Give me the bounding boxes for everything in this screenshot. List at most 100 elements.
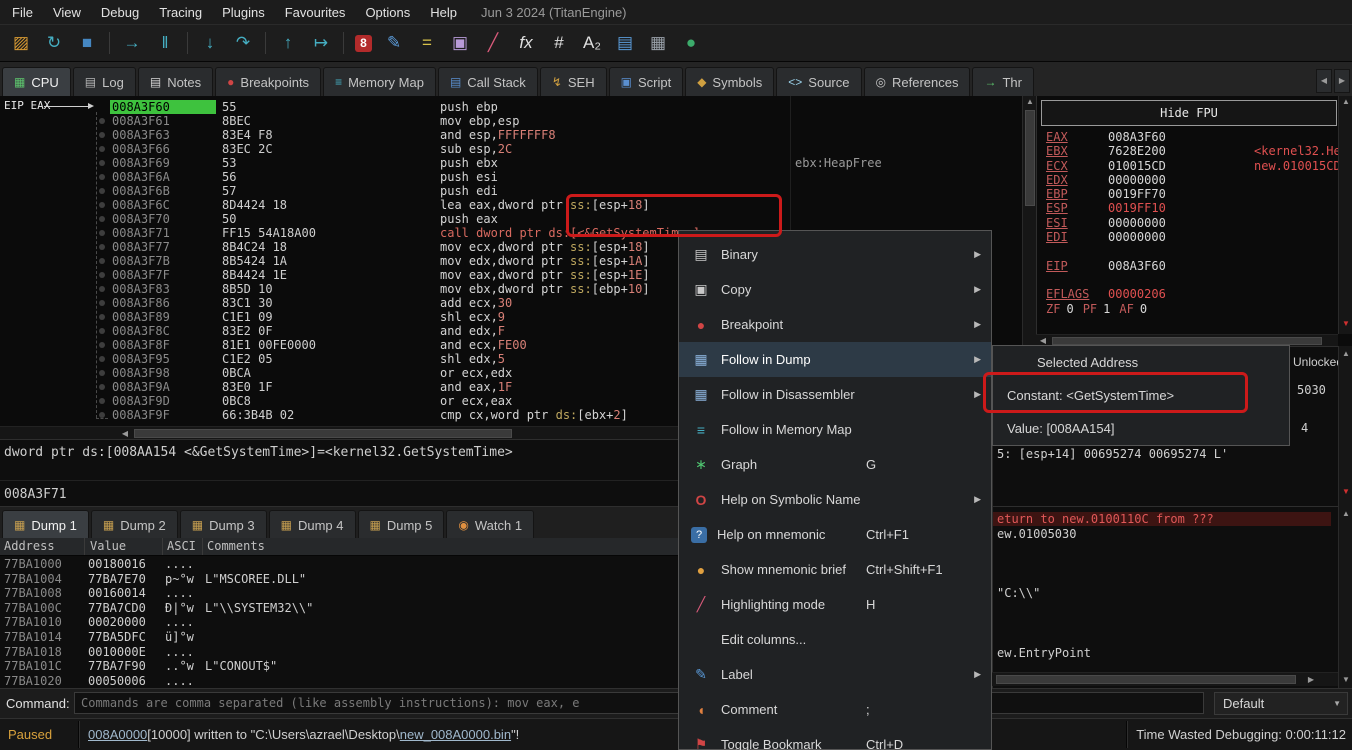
context-menu-item-follow-in-memory-map[interactable]: ≡Follow in Memory Map (679, 412, 991, 447)
tab-cpu[interactable]: ▦CPU (2, 67, 71, 96)
breakpoint-gutter-dot[interactable] (99, 188, 105, 194)
register-row[interactable]: EIP008A3F60 (1037, 259, 1339, 273)
copy-pages-icon[interactable]: ▣ (449, 33, 471, 53)
disasm-row[interactable]: 008A3F6B57push edi (0, 184, 1022, 198)
tab-seh[interactable]: ↯SEH (540, 67, 607, 96)
context-menu-item-comment[interactable]: ◖Comment; (679, 692, 991, 727)
disasm-row[interactable]: 008A3F6055push ebp (0, 100, 1022, 114)
scroll-up-icon[interactable]: ▲ (1339, 348, 1352, 360)
scroll-up-icon[interactable]: ▲ (1339, 96, 1352, 108)
breakpoint-gutter-dot[interactable] (99, 230, 105, 236)
submenu-item-constant-getsystemtime[interactable]: Constant: <GetSystemTime> (993, 379, 1289, 412)
breakpoint-gutter-dot[interactable] (99, 202, 105, 208)
args-row-5[interactable]: 5: [esp+14] 00695274 00695274 L' (997, 447, 1228, 461)
register-row[interactable]: EDI00000000 (1037, 230, 1339, 244)
register-row[interactable]: EBX7628E200<kernel32.He (1037, 144, 1339, 158)
tab-references[interactable]: ◎References (864, 67, 971, 96)
menubar-item-favourites[interactable]: Favourites (275, 2, 356, 23)
register-row[interactable]: ESP0019FF10 (1037, 201, 1339, 215)
tab-dump-3[interactable]: ▦Dump 3 (180, 510, 267, 539)
register-row[interactable]: EBP0019FF70 (1037, 187, 1339, 201)
dump-header-value[interactable]: Value (90, 539, 126, 553)
context-menu-item-follow-in-disassembler[interactable]: ▦Follow in Disassembler▶ (679, 377, 991, 412)
registers-vertical-scrollbar[interactable]: ▲ ▼ (1338, 96, 1352, 334)
breakpoint-gutter-dot[interactable] (99, 244, 105, 250)
context-menu-item-copy[interactable]: ▣Copy▶ (679, 272, 991, 307)
status-link[interactable]: 008A0000 (88, 727, 147, 742)
skip-icon[interactable]: ↦ (310, 33, 332, 53)
scrollbar-thumb[interactable] (1052, 337, 1322, 345)
disasm-row[interactable]: 008A3F6383E4 F8and esp,FFFFFFF8 (0, 128, 1022, 142)
stack-line[interactable]: eturn to new.0100110C from ??? (993, 512, 1331, 526)
scrollbar-thumb[interactable] (996, 675, 1296, 684)
register-row[interactable] (1037, 244, 1339, 258)
breakpoint-gutter-dot[interactable] (99, 384, 105, 390)
breakpoint-gutter-dot[interactable] (99, 258, 105, 264)
hide-fpu-button[interactable]: Hide FPU (1041, 100, 1337, 126)
breakpoint-gutter-dot[interactable] (99, 314, 105, 320)
menubar-item-help[interactable]: Help (420, 2, 467, 23)
context-menu-item-follow-in-dump[interactable]: ▦Follow in Dump▶ (679, 342, 991, 377)
scroll-down-icon[interactable]: ▼ (1339, 486, 1352, 498)
step-over-icon[interactable]: ↷ (232, 33, 254, 53)
context-menu-item-show-mnemonic-brief[interactable]: ●Show mnemonic briefCtrl+Shift+F1 (679, 552, 991, 587)
tab-scroll-left-icon[interactable]: ◀ (1316, 69, 1332, 93)
execute-till-return-icon[interactable]: ↑ (277, 33, 299, 53)
dump-header-ascii[interactable]: ASCI (167, 539, 196, 553)
menubar-item-options[interactable]: Options (355, 2, 420, 23)
submenu-item-value-008aa154[interactable]: Value: [008AA154] (993, 412, 1289, 445)
context-menu-item-toggle-bookmark[interactable]: ⚑Toggle BookmarkCtrl+D (679, 727, 991, 750)
stack-line[interactable]: "C:\\" (997, 586, 1040, 600)
stack-vertical-scrollbar[interactable]: ▲ ▼ (1338, 506, 1352, 688)
open-file-icon[interactable]: ▨ (10, 33, 32, 53)
tab-source[interactable]: <>Source (776, 67, 861, 96)
settings-ball-icon[interactable]: ● (680, 33, 702, 53)
menubar-item-tracing[interactable]: Tracing (149, 2, 212, 23)
register-row[interactable] (1037, 273, 1339, 287)
breakpoint-gutter-dot[interactable] (99, 216, 105, 222)
tab-watch-1[interactable]: ◉Watch 1 (446, 510, 534, 539)
dump-header-comments[interactable]: Comments (207, 539, 265, 553)
step-into-icon[interactable]: ↓ (199, 33, 221, 53)
register-row[interactable]: EDX00000000 (1037, 173, 1339, 187)
context-menu-item-highlighting-mode[interactable]: ╱Highlighting modeH (679, 587, 991, 622)
tab-threads[interactable]: →Thr (972, 67, 1034, 96)
tab-log[interactable]: ▤Log (73, 67, 136, 96)
breakpoint-gutter-dot[interactable] (99, 412, 105, 418)
disasm-row[interactable]: 008A3F6683EC 2Csub esp,2C (0, 142, 1022, 156)
args-vertical-scrollbar[interactable]: ▲ ▼ (1338, 346, 1352, 506)
tab-dump-5[interactable]: ▦Dump 5 (358, 510, 445, 539)
status-link[interactable]: new_008A0000.bin (400, 727, 511, 742)
menubar-item-debug[interactable]: Debug (91, 2, 149, 23)
patch-icon[interactable]: ✎ (383, 33, 405, 53)
breakpoint-gutter-dot[interactable] (99, 356, 105, 362)
context-menu-item-breakpoint[interactable]: ●Breakpoint▶ (679, 307, 991, 342)
pause-icon[interactable]: ‖ (154, 33, 176, 53)
disasm-row[interactable]: 008A3F6A56push esi (0, 170, 1022, 184)
command-input[interactable] (74, 692, 1204, 714)
highlight-brush-icon[interactable]: ╱ (482, 33, 504, 53)
font-size-icon[interactable]: A₂ (581, 33, 603, 53)
hash-icon[interactable]: # (548, 33, 570, 53)
disasm-row[interactable]: 008A3F618BECmov ebp,esp (0, 114, 1022, 128)
context-menu-item-label[interactable]: ✎Label▶ (679, 657, 991, 692)
tab-memory-map[interactable]: ≡Memory Map (323, 67, 436, 96)
restart-icon[interactable]: ↻ (43, 33, 65, 53)
tab-notes[interactable]: ▤Notes (138, 67, 213, 96)
context-menu-item-graph[interactable]: ∗GraphG (679, 447, 991, 482)
context-menu-item-binary[interactable]: ▤Binary▶ (679, 237, 991, 272)
command-combo[interactable]: Default ▼ (1214, 692, 1348, 715)
breakpoint-gutter-dot[interactable] (99, 328, 105, 334)
breakpoint-gutter-dot[interactable] (99, 132, 105, 138)
register-row[interactable]: EFLAGS00000206 (1037, 287, 1339, 301)
context-menu-item-help-on-symbolic-name[interactable]: OHelp on Symbolic Name▶ (679, 482, 991, 517)
register-row[interactable]: ZF0PF1AF0 (1037, 302, 1339, 316)
stack-horizontal-scrollbar[interactable]: ▶ (992, 672, 1338, 686)
scrollbar-thumb[interactable] (1025, 110, 1035, 206)
breakpoint-gutter-dot[interactable] (99, 118, 105, 124)
scroll-right-icon[interactable]: ▶ (1304, 674, 1318, 686)
scrollbar-thumb[interactable] (134, 429, 512, 438)
scroll-down-icon[interactable]: ▼ (1339, 674, 1352, 686)
tab-scroll-right-icon[interactable]: ▶ (1334, 69, 1350, 93)
tab-dump-4[interactable]: ▦Dump 4 (269, 510, 356, 539)
